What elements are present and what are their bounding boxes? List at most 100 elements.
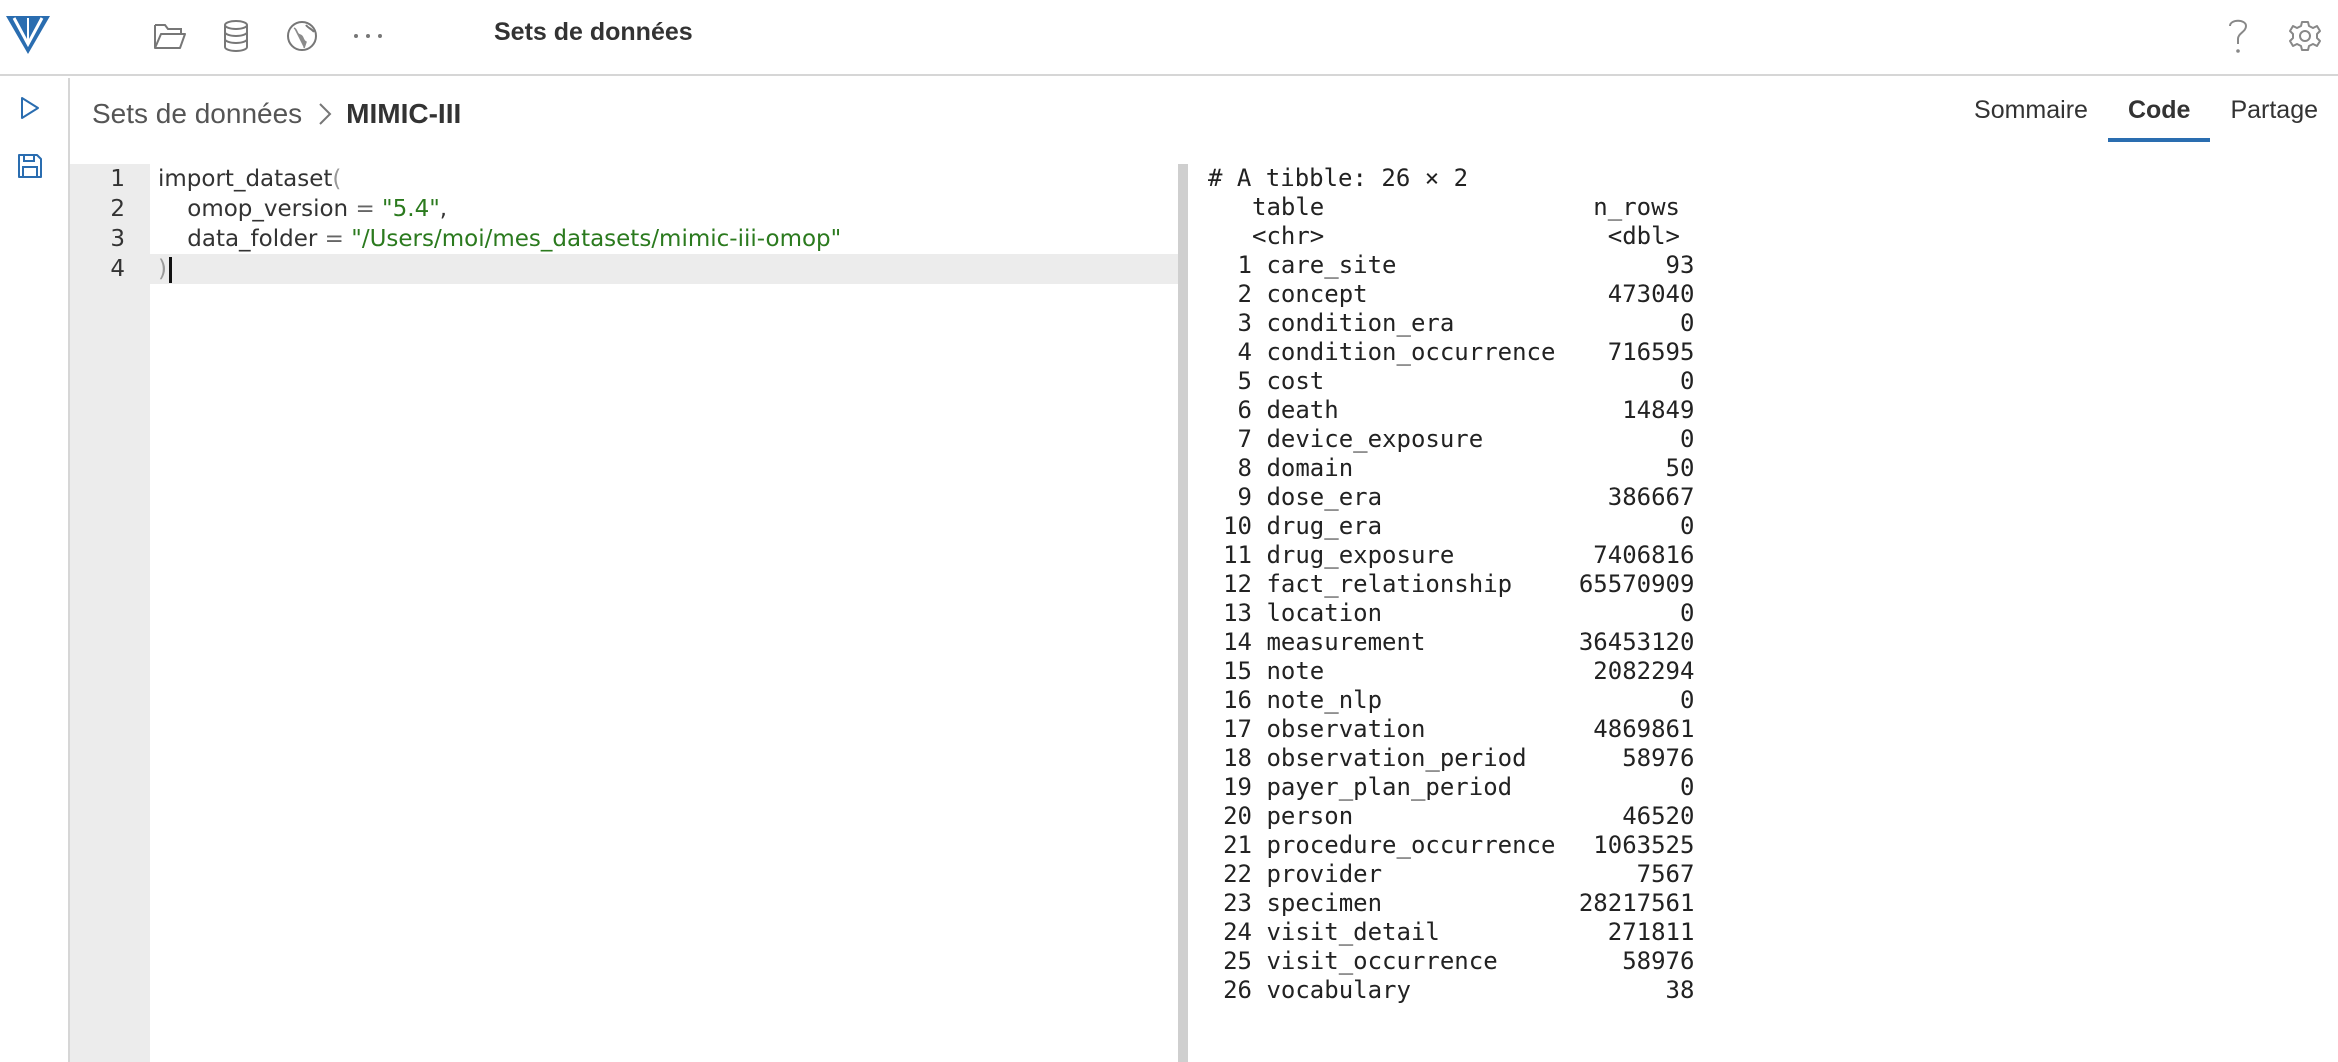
line-number-gutter xyxy=(70,164,150,1062)
more-options-icon[interactable] xyxy=(348,16,388,56)
line-number: 3 xyxy=(110,226,125,252)
text-cursor xyxy=(168,256,172,283)
string-literal: "/Users/moi/mes_datasets/mimic-iii-omop" xyxy=(351,226,842,252)
breadcrumb-datasets-link[interactable]: Sets de données xyxy=(92,98,302,130)
table-row: 2 concept 473040 xyxy=(1208,280,2308,309)
table-row: 23 specimen 28217561 xyxy=(1208,889,2308,918)
view-tabs: Sommaire Code Partage xyxy=(1954,78,2338,142)
table-row: 3 condition_era 0 xyxy=(1208,309,2308,338)
row-table-name: dose_era xyxy=(1266,483,1383,511)
row-table-name: measurement xyxy=(1266,628,1426,656)
row-table-name: observation xyxy=(1266,715,1426,743)
left-rail xyxy=(0,78,70,1062)
line-number: 1 xyxy=(110,166,125,192)
table-row: 25 visit_occurrence 58976 xyxy=(1208,947,2308,976)
row-n-rows: 1063525 xyxy=(1593,831,1695,859)
row-table-name: vocabulary xyxy=(1266,976,1411,1004)
row-index: 1 xyxy=(1237,251,1252,279)
argument-name: omop_version xyxy=(187,196,349,222)
row-n-rows: 14849 xyxy=(1622,396,1695,424)
table-row: 1 care_site 93 xyxy=(1208,251,2308,280)
gear-icon[interactable] xyxy=(2285,14,2325,58)
app-logo-icon[interactable] xyxy=(4,12,52,56)
table-row: 8 domain 50 xyxy=(1208,454,2308,483)
column-types-row: <chr> <dbl> xyxy=(1208,222,2308,251)
table-row: 9 dose_era 386667 xyxy=(1208,483,2308,512)
row-n-rows: 0 xyxy=(1680,309,1695,337)
operator: = xyxy=(324,226,344,252)
row-index: 8 xyxy=(1237,454,1252,482)
app-title: Sets de données xyxy=(494,18,693,46)
help-icon[interactable] xyxy=(2218,14,2258,58)
row-index: 3 xyxy=(1237,309,1252,337)
table-row: 22 provider 7567 xyxy=(1208,860,2308,889)
table-row: 6 death 14849 xyxy=(1208,396,2308,425)
row-n-rows: 0 xyxy=(1680,512,1695,540)
row-index: 9 xyxy=(1237,483,1252,511)
row-table-name: drug_exposure xyxy=(1266,541,1455,569)
row-n-rows: 0 xyxy=(1680,686,1695,714)
breadcrumb: Sets de données MIMIC-III xyxy=(92,94,461,134)
row-index: 17 xyxy=(1223,715,1252,743)
row-table-name: person xyxy=(1266,802,1354,830)
row-n-rows: 93 xyxy=(1665,251,1695,279)
row-table-name: specimen xyxy=(1266,889,1383,917)
row-index: 11 xyxy=(1223,541,1252,569)
table-row: 17 observation 4869861 xyxy=(1208,715,2308,744)
line-number: 4 xyxy=(110,256,125,282)
row-index: 7 xyxy=(1237,425,1252,453)
column-names-row: table n_rows xyxy=(1208,193,2308,222)
row-table-name: note_nlp xyxy=(1266,686,1383,714)
row-n-rows: 386667 xyxy=(1607,483,1695,511)
tab-sommaire[interactable]: Sommaire xyxy=(1954,78,2108,142)
row-table-name: cost xyxy=(1266,367,1325,395)
chevron-right-icon xyxy=(318,102,332,126)
row-table-name: care_site xyxy=(1266,251,1397,279)
row-table-name: death xyxy=(1266,396,1339,424)
tab-code[interactable]: Code xyxy=(2107,78,2211,142)
row-index: 10 xyxy=(1223,512,1252,540)
table-row: 11 drug_exposure 7406816 xyxy=(1208,541,2308,570)
line-number: 2 xyxy=(110,196,125,222)
row-n-rows: 50 xyxy=(1665,454,1695,482)
row-table-name: provider xyxy=(1266,860,1383,888)
function-name: import_dataset xyxy=(158,166,333,192)
database-icon[interactable] xyxy=(216,16,256,56)
row-index: 25 xyxy=(1223,947,1252,975)
row-table-name: concept xyxy=(1266,280,1368,308)
save-button[interactable] xyxy=(10,146,50,186)
argument-name: data_folder xyxy=(187,226,318,252)
code-line[interactable]: 2 omop_version = "5.4", xyxy=(70,194,1178,224)
folder-open-icon[interactable] xyxy=(150,16,190,56)
row-n-rows: 65570909 xyxy=(1578,570,1695,598)
row-n-rows: 58976 xyxy=(1622,947,1695,975)
tibble-header: # A tibble: 26 × 2 xyxy=(1208,164,1469,192)
tibble-rows: 1 care_site 93 2 concept 473040 3 condition_… xyxy=(1208,251,2308,1005)
console-output: # A tibble: 26 × 2 table n_rows <chr> <dbl… xyxy=(1208,164,2308,1062)
row-table-name: note xyxy=(1266,657,1325,685)
row-n-rows: 7567 xyxy=(1636,860,1695,888)
table-row: 19 payer_plan_period 0 xyxy=(1208,773,2308,802)
table-row: 10 drug_era 0 xyxy=(1208,512,2308,541)
table-row: 26 vocabulary 38 xyxy=(1208,976,2308,1005)
globe-icon[interactable] xyxy=(282,16,322,56)
row-n-rows: 46520 xyxy=(1622,802,1695,830)
row-table-name: visit_detail xyxy=(1266,918,1440,946)
code-line[interactable]: 1 import_dataset( xyxy=(70,164,1178,194)
run-code-button[interactable] xyxy=(10,88,50,128)
row-index: 18 xyxy=(1223,744,1252,772)
table-row: 4 condition_occurrence 716595 xyxy=(1208,338,2308,367)
table-row: 13 location 0 xyxy=(1208,599,2308,628)
row-index: 19 xyxy=(1223,773,1252,801)
code-line[interactable]: 3 data_folder = "/Users/moi/mes_datasets… xyxy=(70,224,1178,254)
save-icon xyxy=(18,154,42,178)
column-type: <dbl> xyxy=(1607,222,1680,250)
pane-splitter[interactable] xyxy=(1178,164,1188,1062)
row-table-name: procedure_occurrence xyxy=(1266,831,1556,859)
tab-partage[interactable]: Partage xyxy=(2210,78,2338,142)
code-line-active[interactable]: 4 ) xyxy=(70,254,1178,284)
code-editor[interactable]: 1 import_dataset( 2 omop_version = "5.4"… xyxy=(70,164,1178,1062)
table-row: 14 measurement 36453120 xyxy=(1208,628,2308,657)
row-index: 22 xyxy=(1223,860,1252,888)
row-n-rows: 4869861 xyxy=(1593,715,1695,743)
